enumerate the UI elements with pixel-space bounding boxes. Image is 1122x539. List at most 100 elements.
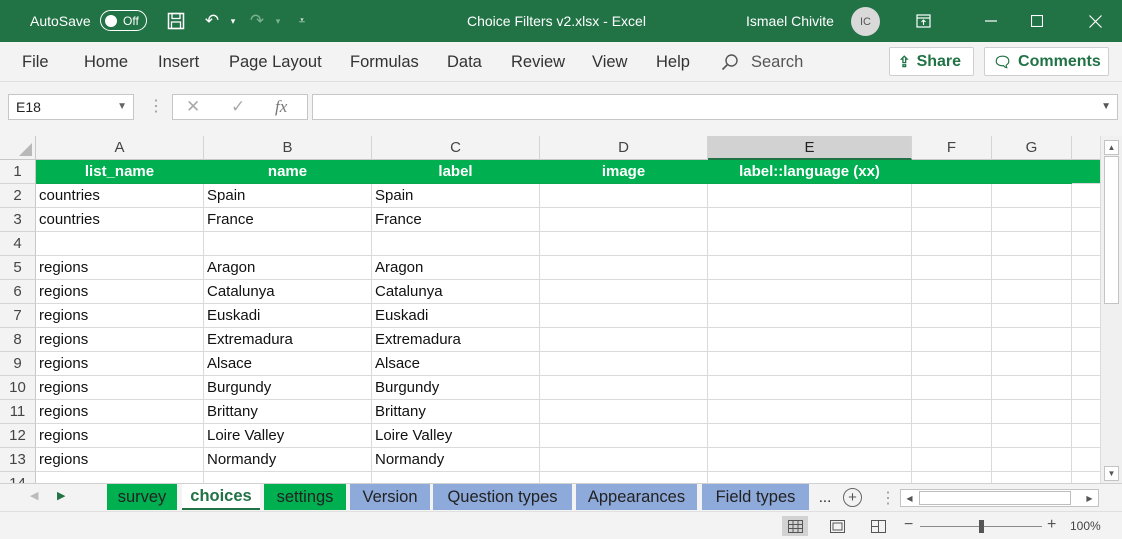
cell[interactable] xyxy=(912,280,992,304)
header-cell[interactable]: label::language (xx) xyxy=(708,160,912,184)
row-header[interactable]: 11 xyxy=(0,400,36,424)
more-sheets-icon[interactable]: ... xyxy=(817,484,833,510)
cell[interactable]: Brittany xyxy=(204,400,372,424)
formula-input[interactable]: ▼ xyxy=(312,94,1118,120)
close-icon[interactable] xyxy=(1072,0,1118,42)
row-header[interactable]: 12 xyxy=(0,424,36,448)
tab-insert[interactable]: Insert xyxy=(158,42,199,82)
cell[interactable]: regions xyxy=(36,328,204,352)
page-layout-view-icon[interactable] xyxy=(824,516,850,536)
cell[interactable]: Catalunya xyxy=(372,280,540,304)
row-header[interactable]: 7 xyxy=(0,304,36,328)
cell[interactable] xyxy=(1072,352,1100,376)
sheet-tab-question-types[interactable]: Question types xyxy=(433,484,572,510)
column-header-c[interactable]: C xyxy=(372,136,540,160)
cell[interactable] xyxy=(204,472,372,483)
cell[interactable]: Loire Valley xyxy=(372,424,540,448)
tab-page-layout[interactable]: Page Layout xyxy=(229,42,322,82)
cell[interactable]: France xyxy=(204,208,372,232)
cell[interactable]: Aragon xyxy=(372,256,540,280)
cell[interactable] xyxy=(992,280,1072,304)
cell[interactable] xyxy=(992,376,1072,400)
cell[interactable]: Aragon xyxy=(204,256,372,280)
header-cell[interactable]: list_name xyxy=(36,160,204,184)
cell[interactable] xyxy=(912,184,992,208)
cell[interactable] xyxy=(540,448,708,472)
cell[interactable] xyxy=(1072,184,1100,208)
cell[interactable] xyxy=(992,232,1072,256)
cell[interactable] xyxy=(708,184,912,208)
cell[interactable] xyxy=(1072,160,1100,184)
cell[interactable] xyxy=(708,400,912,424)
cell[interactable]: regions xyxy=(36,256,204,280)
cell[interactable] xyxy=(912,160,992,184)
cell[interactable] xyxy=(204,232,372,256)
header-cell[interactable]: image xyxy=(540,160,708,184)
cell[interactable]: Normandy xyxy=(372,448,540,472)
header-cell[interactable]: label xyxy=(372,160,540,184)
cell[interactable] xyxy=(1072,472,1100,483)
prev-sheet-icon[interactable]: ◀ xyxy=(30,489,38,502)
cell[interactable] xyxy=(912,256,992,280)
row-header[interactable]: 3 xyxy=(0,208,36,232)
cell[interactable] xyxy=(912,304,992,328)
cell[interactable] xyxy=(540,184,708,208)
tab-formulas[interactable]: Formulas xyxy=(350,42,419,82)
comments-button[interactable]: 🗨 Comments xyxy=(984,47,1109,76)
cell[interactable] xyxy=(36,472,204,483)
header-cell[interactable]: name xyxy=(204,160,372,184)
add-sheet-icon[interactable]: + xyxy=(843,488,862,507)
cell[interactable]: regions xyxy=(36,400,204,424)
zoom-level[interactable]: 100% xyxy=(1070,519,1101,533)
cell[interactable] xyxy=(912,376,992,400)
cell[interactable] xyxy=(1072,304,1100,328)
cell[interactable]: Extremadura xyxy=(372,328,540,352)
cell[interactable] xyxy=(912,352,992,376)
cell[interactable] xyxy=(992,424,1072,448)
cell[interactable]: Spain xyxy=(372,184,540,208)
tab-view[interactable]: View xyxy=(592,42,627,82)
cell[interactable] xyxy=(1072,328,1100,352)
tab-file[interactable]: File xyxy=(22,42,49,82)
cell[interactable]: regions xyxy=(36,280,204,304)
column-header-a[interactable]: A xyxy=(36,136,204,160)
cell[interactable] xyxy=(708,376,912,400)
row-header[interactable]: 14 xyxy=(0,472,36,483)
cell[interactable] xyxy=(708,448,912,472)
cell[interactable]: Euskadi xyxy=(204,304,372,328)
cell[interactable] xyxy=(708,352,912,376)
cell[interactable] xyxy=(992,304,1072,328)
cell[interactable] xyxy=(912,232,992,256)
tab-review[interactable]: Review xyxy=(511,42,565,82)
cell[interactable] xyxy=(708,472,912,483)
cell[interactable] xyxy=(992,400,1072,424)
cell[interactable] xyxy=(540,304,708,328)
cell[interactable] xyxy=(992,208,1072,232)
vertical-scrollbar[interactable]: ▲ ▼ xyxy=(1100,136,1122,483)
zoom-slider-thumb[interactable] xyxy=(979,520,984,533)
cell[interactable] xyxy=(36,232,204,256)
column-header-partial[interactable] xyxy=(1072,136,1100,160)
cell[interactable] xyxy=(540,208,708,232)
row-header[interactable]: 9 xyxy=(0,352,36,376)
cell[interactable] xyxy=(372,232,540,256)
cell[interactable] xyxy=(1072,376,1100,400)
cell[interactable] xyxy=(540,376,708,400)
share-button[interactable]: ⇪ Share xyxy=(889,47,974,76)
insert-function-icon[interactable]: fx xyxy=(275,97,287,117)
cell[interactable] xyxy=(540,328,708,352)
sheet-tab-choices[interactable]: choices xyxy=(182,484,260,510)
cell[interactable] xyxy=(708,232,912,256)
undo-dropdown-icon[interactable]: ▾ xyxy=(221,9,245,33)
cell[interactable]: Euskadi xyxy=(372,304,540,328)
resize-grip-icon[interactable]: ⋮ xyxy=(148,96,164,116)
row-header[interactable]: 1 xyxy=(0,160,36,184)
cell[interactable]: Spain xyxy=(204,184,372,208)
ribbon-display-icon[interactable] xyxy=(900,0,946,42)
column-header-d[interactable]: D xyxy=(540,136,708,160)
row-header[interactable]: 8 xyxy=(0,328,36,352)
cell[interactable]: France xyxy=(372,208,540,232)
row-header[interactable]: 4 xyxy=(0,232,36,256)
cell[interactable] xyxy=(708,280,912,304)
minimize-icon[interactable] xyxy=(968,0,1014,42)
